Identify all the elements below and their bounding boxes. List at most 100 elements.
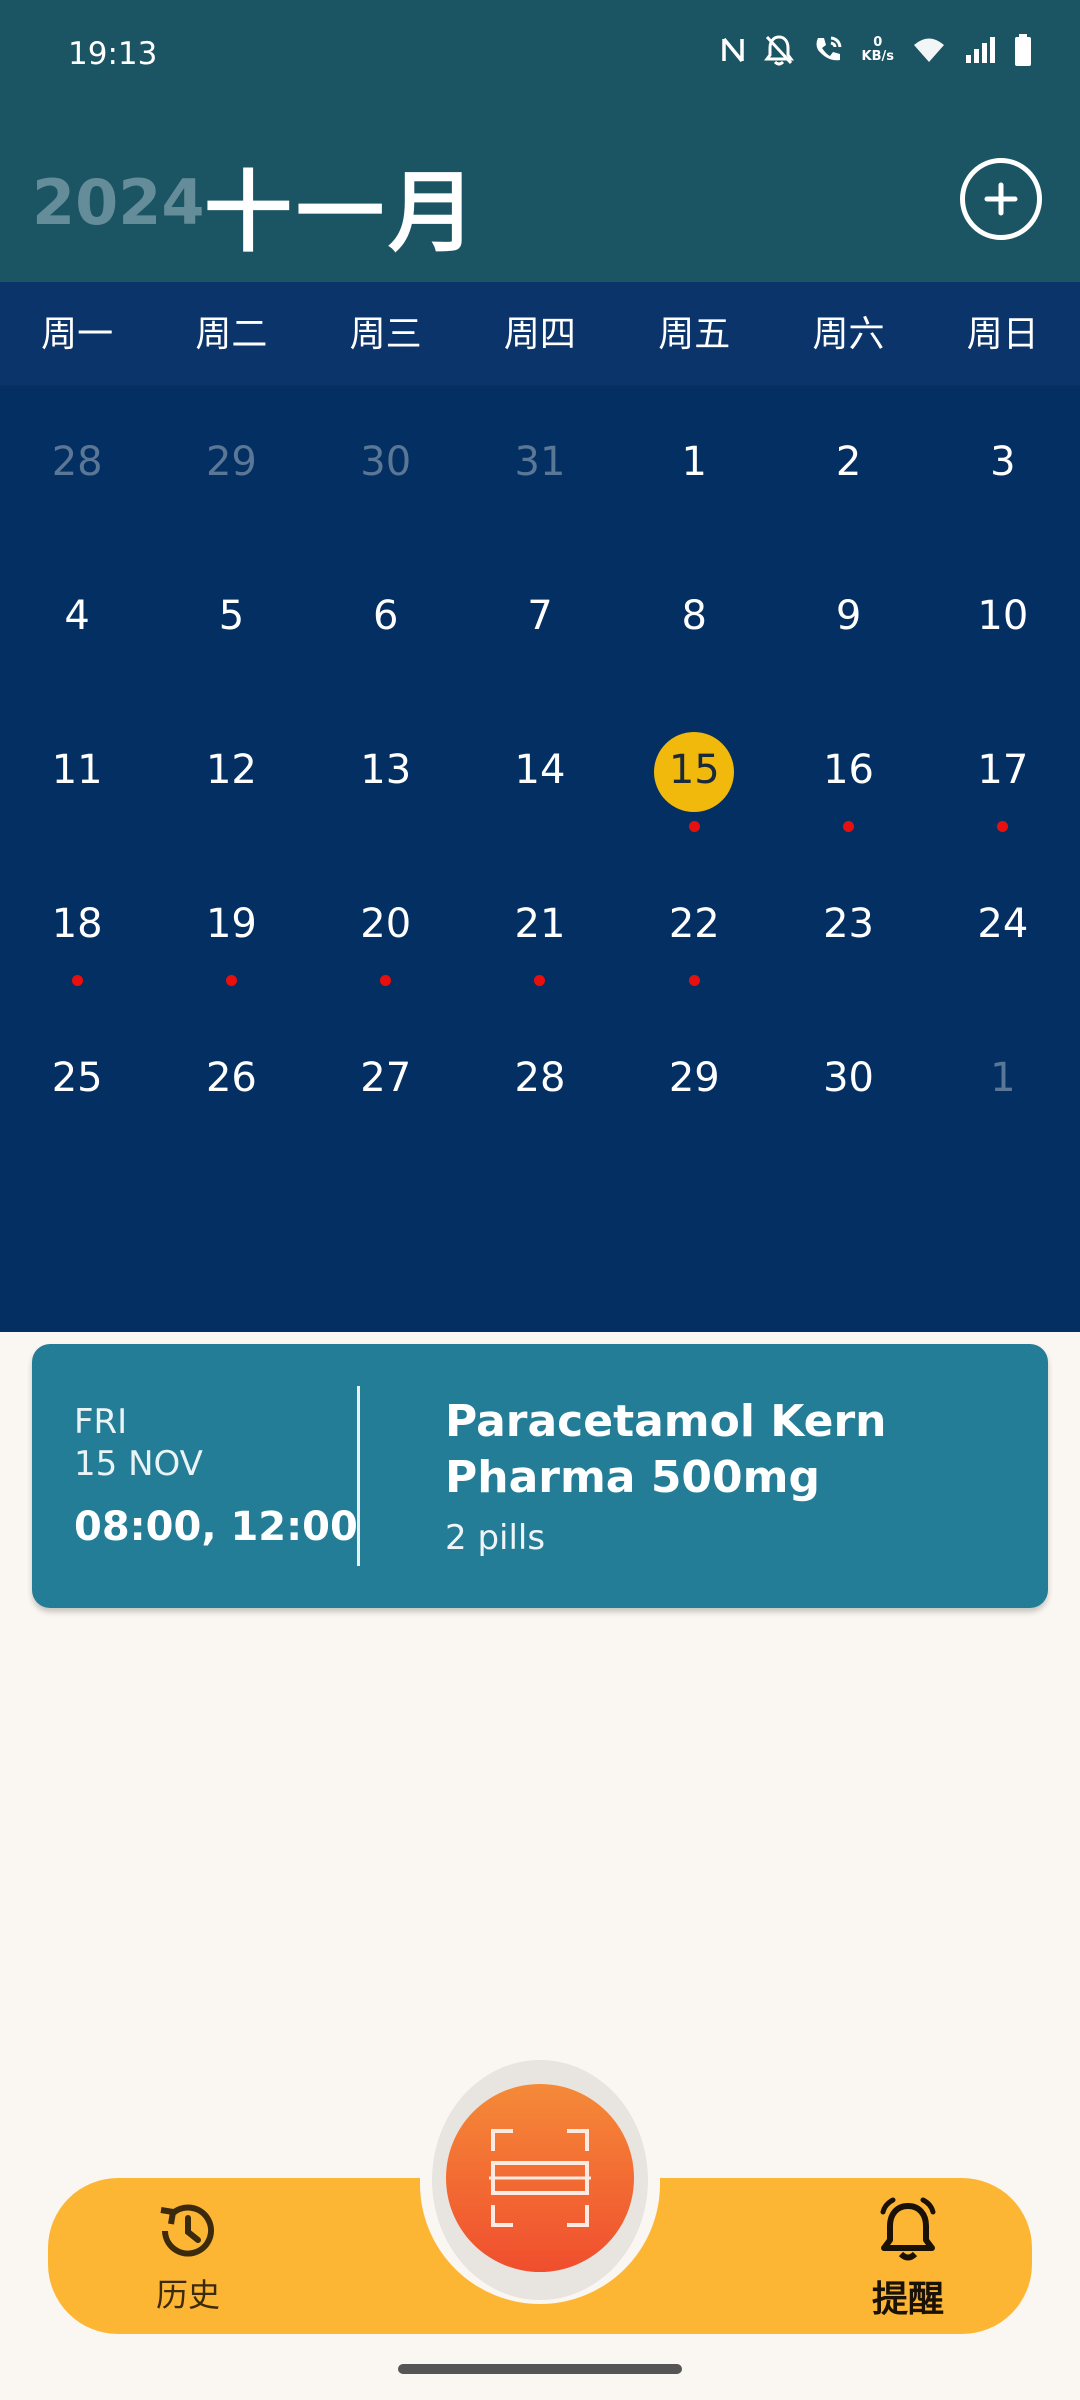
calendar-day[interactable]: 14 bbox=[463, 695, 617, 849]
reminder-date: 15 NOV bbox=[74, 1444, 203, 1484]
wifi-calling-icon bbox=[816, 36, 842, 61]
weekday-label: 周五 bbox=[658, 314, 731, 355]
day-number: 19 bbox=[205, 901, 257, 947]
calendar-day[interactable]: 21 bbox=[463, 849, 617, 1003]
reminder-dot bbox=[71, 975, 83, 986]
day-number: 16 bbox=[823, 747, 875, 793]
calendar-day[interactable]: 30 bbox=[309, 387, 463, 541]
calendar-day[interactable]: 8 bbox=[617, 541, 771, 695]
bell-icon bbox=[880, 2197, 936, 2261]
calendar-day[interactable]: 1 bbox=[617, 387, 771, 541]
reminder-dot bbox=[380, 975, 392, 986]
day-number: 27 bbox=[360, 1055, 412, 1101]
calendar-day-today[interactable]: 15 bbox=[617, 695, 771, 849]
day-number: 10 bbox=[977, 593, 1029, 639]
weekday-label: 周二 bbox=[195, 314, 268, 355]
nav-reminders[interactable]: 提醒 bbox=[848, 2196, 968, 2322]
calendar-day[interactable]: 28 bbox=[0, 387, 154, 541]
day-number: 8 bbox=[681, 593, 707, 639]
day-number: 22 bbox=[668, 901, 720, 947]
status-icons: 0 KB/s bbox=[720, 34, 1032, 66]
signal-icon bbox=[966, 37, 995, 63]
weekday-label: 周三 bbox=[349, 314, 422, 355]
calendar-day[interactable]: 10 bbox=[926, 541, 1080, 695]
history-icon bbox=[160, 2204, 214, 2257]
bell-off-icon bbox=[763, 35, 794, 66]
calendar-day[interactable]: 30 bbox=[771, 1003, 925, 1157]
day-number: 21 bbox=[514, 901, 566, 947]
calendar-day[interactable]: 13 bbox=[309, 695, 463, 849]
medication-dose: 2 pills bbox=[445, 1518, 546, 1558]
weekday-header-row: 周一 周二 周三 周四 周五 周六 周日 bbox=[0, 282, 1080, 387]
day-number: 4 bbox=[64, 593, 90, 639]
calendar-day[interactable]: 11 bbox=[0, 695, 154, 849]
home-indicator bbox=[398, 2364, 682, 2374]
calendar-day[interactable]: 19 bbox=[154, 849, 308, 1003]
day-number: 12 bbox=[205, 747, 257, 793]
calendar-day[interactable]: 18 bbox=[0, 849, 154, 1003]
wifi-icon bbox=[914, 38, 944, 62]
calendar-day[interactable]: 17 bbox=[926, 695, 1080, 849]
calendar-day[interactable]: 2 bbox=[771, 387, 925, 541]
day-number: 13 bbox=[360, 747, 412, 793]
add-reminder-button[interactable] bbox=[960, 158, 1042, 240]
day-number: 31 bbox=[514, 439, 566, 485]
day-number: 29 bbox=[668, 1055, 720, 1101]
calendar-day[interactable]: 29 bbox=[154, 387, 308, 541]
calendar-day[interactable]: 28 bbox=[463, 1003, 617, 1157]
calendar-day[interactable]: 3 bbox=[926, 387, 1080, 541]
calendar-day[interactable]: 31 bbox=[463, 387, 617, 541]
day-number: 30 bbox=[360, 439, 412, 485]
battery-icon bbox=[1015, 34, 1031, 66]
status-time: 19:13 bbox=[68, 36, 158, 72]
weekday-label: 周四 bbox=[503, 314, 576, 355]
day-number: 25 bbox=[51, 1055, 103, 1101]
calendar-day[interactable]: 24 bbox=[926, 849, 1080, 1003]
calendar-header: 2024 十一月 bbox=[0, 112, 1080, 282]
scan-button[interactable] bbox=[446, 2084, 634, 2272]
calendar-day[interactable]: 26 bbox=[154, 1003, 308, 1157]
day-number: 2 bbox=[835, 439, 862, 485]
nav-history-label: 历史 bbox=[155, 2276, 220, 2314]
calendar-day[interactable]: 4 bbox=[0, 541, 154, 695]
calendar-day[interactable]: 1 bbox=[926, 1003, 1080, 1157]
calendar-day[interactable]: 22 bbox=[617, 849, 771, 1003]
reminder-card[interactable]: FRI 15 NOV 08:00, 12:00 Paracetamol Kern… bbox=[32, 1344, 1048, 1608]
day-number: 1 bbox=[681, 439, 707, 485]
day-number: 7 bbox=[527, 593, 553, 639]
calendar-day[interactable]: 9 bbox=[771, 541, 925, 695]
calendar-day[interactable]: 7 bbox=[463, 541, 617, 695]
day-number: 11 bbox=[51, 747, 103, 793]
nav-history[interactable]: 历史 bbox=[128, 2196, 248, 2316]
calendar-day[interactable]: 20 bbox=[309, 849, 463, 1003]
plus-circle-icon bbox=[984, 182, 1018, 216]
day-number: 17 bbox=[977, 747, 1029, 793]
day-number: 5 bbox=[218, 593, 245, 639]
card-divider bbox=[357, 1386, 360, 1566]
net-speed: 0 KB/s bbox=[861, 35, 894, 64]
day-number: 29 bbox=[205, 439, 257, 485]
calendar-grid: 28 29 30 31 1 2 3 4 5 6 7 8 9 10 11 12 13 14 15 16 17 18 19 20 2… bbox=[0, 387, 1080, 1332]
day-number: 28 bbox=[514, 1055, 566, 1101]
weekday-label: 周日 bbox=[966, 314, 1039, 355]
reminder-dot bbox=[997, 821, 1009, 832]
reminder-weekday: FRI bbox=[74, 1402, 128, 1442]
status-bar: 19:13 0 KB/s bbox=[0, 0, 1080, 112]
day-number: 6 bbox=[372, 593, 399, 639]
calendar-day[interactable]: 16 bbox=[771, 695, 925, 849]
reminder-dot bbox=[843, 821, 855, 832]
weekday-label: 周一 bbox=[41, 314, 114, 355]
scan-icon bbox=[489, 2129, 591, 2227]
month-title[interactable]: 十一月 bbox=[204, 142, 480, 269]
day-number: 14 bbox=[514, 747, 566, 793]
medication-name: Paracetamol Kern Pharma 500mg bbox=[445, 1396, 887, 1503]
calendar-day[interactable]: 27 bbox=[309, 1003, 463, 1157]
calendar-day[interactable]: 12 bbox=[154, 695, 308, 849]
calendar-day[interactable]: 6 bbox=[309, 541, 463, 695]
calendar-day[interactable]: 25 bbox=[0, 1003, 154, 1157]
calendar-day[interactable]: 5 bbox=[154, 541, 308, 695]
calendar-day[interactable]: 23 bbox=[771, 849, 925, 1003]
day-number: 28 bbox=[51, 439, 103, 485]
nfc-icon bbox=[721, 37, 744, 63]
calendar-day[interactable]: 29 bbox=[617, 1003, 771, 1157]
